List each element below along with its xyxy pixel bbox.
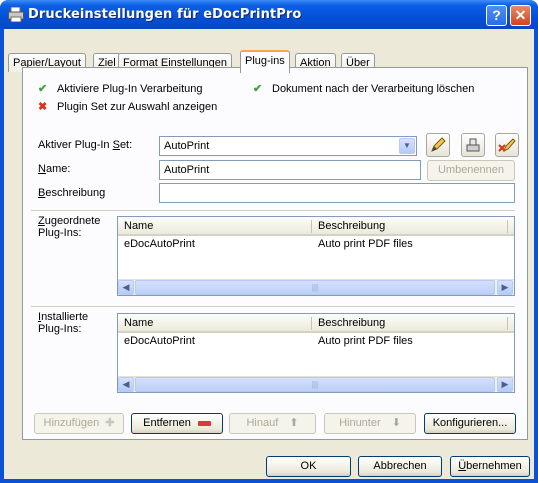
description-input[interactable] — [159, 183, 515, 203]
plugin-set-label: Aktiver Plug-In Set: — [38, 139, 133, 151]
column-header-description[interactable]: Beschreibung — [318, 317, 385, 329]
plus-icon: ✚ — [105, 417, 115, 429]
arrow-down-icon: ⬇ — [391, 417, 401, 429]
list-header: Name Beschreibung — [118, 314, 514, 333]
activate-plugin-option[interactable]: ✔ Aktiviere Plug-In Verarbeitung — [38, 82, 203, 95]
show-plugin-set-option[interactable]: ✖ Plugin Set zur Auswahl anzeigen — [38, 100, 217, 113]
delete-pencil-icon — [498, 138, 516, 153]
rename-button[interactable]: Umbenennen — [427, 160, 515, 181]
arrow-up-icon: ⬆ — [289, 417, 299, 429]
separator — [31, 210, 515, 211]
stamp-icon — [466, 138, 480, 152]
scroll-right-icon[interactable]: ▶ — [497, 280, 513, 295]
move-down-button[interactable]: Hinunter ⬇ — [324, 413, 416, 434]
column-divider[interactable] — [311, 317, 312, 330]
scroll-left-icon[interactable]: ◀ — [118, 377, 134, 392]
horizontal-scrollbar[interactable]: ◀ ||| ▶ — [118, 376, 514, 392]
plugin-set-select[interactable]: AutoPrint ▼ — [159, 136, 417, 156]
scroll-left-icon[interactable]: ◀ — [118, 280, 134, 295]
checkmark-icon: ✔ — [38, 83, 48, 95]
title-bar[interactable]: Druckeinstellungen für eDocPrintPro ? ✕ — [0, 0, 538, 29]
list-item-name[interactable]: eDocAutoPrint — [124, 238, 195, 250]
column-divider[interactable] — [311, 220, 312, 233]
close-button[interactable]: ✕ — [510, 5, 531, 26]
scroll-right-icon[interactable]: ▶ — [497, 377, 513, 392]
pencil-icon — [431, 137, 446, 152]
scrollbar-thumb[interactable]: ||| — [135, 280, 495, 295]
remove-button[interactable]: Entfernen — [131, 413, 223, 434]
installed-plugins-label: Installierte Plug-Ins: — [38, 311, 89, 335]
column-divider[interactable] — [507, 317, 508, 330]
list-header: Name Beschreibung — [118, 217, 514, 236]
column-header-name[interactable]: Name — [124, 220, 153, 232]
separator — [31, 306, 515, 307]
copy-plugin-set-button[interactable] — [461, 133, 485, 157]
list-item-description: Auto print PDF files — [318, 335, 413, 347]
cross-icon: ✖ — [38, 101, 48, 113]
delete-plugin-set-button[interactable] — [495, 133, 519, 157]
name-input[interactable]: AutoPrint — [159, 160, 421, 180]
add-button[interactable]: Hinzufügen ✚ — [34, 413, 124, 434]
minus-icon — [197, 420, 211, 426]
column-divider[interactable] — [507, 220, 508, 233]
checkmark-icon: ✔ — [253, 83, 263, 95]
description-label: Beschreibung — [38, 187, 106, 199]
scrollbar-thumb[interactable]: ||| — [135, 377, 495, 392]
delete-document-option[interactable]: ✔ Dokument nach der Verarbeitung löschen — [253, 82, 474, 95]
assigned-plugins-list[interactable]: Name Beschreibung eDocAutoPrint Auto pri… — [117, 216, 515, 296]
printer-icon — [8, 6, 24, 23]
move-up-button[interactable]: Hinauf ⬆ — [229, 413, 316, 434]
apply-button[interactable]: Übernehmen — [450, 456, 530, 477]
ok-button[interactable]: OK — [266, 456, 351, 477]
column-header-description[interactable]: Beschreibung — [318, 220, 385, 232]
column-header-name[interactable]: Name — [124, 317, 153, 329]
cancel-button[interactable]: Abbrechen — [358, 456, 442, 477]
help-button[interactable]: ? — [486, 5, 507, 26]
horizontal-scrollbar[interactable]: ◀ ||| ▶ — [118, 279, 514, 295]
list-item-name[interactable]: eDocAutoPrint — [124, 335, 195, 347]
chevron-down-icon[interactable]: ▼ — [399, 138, 415, 154]
tab-plug-ins[interactable]: Plug-ins — [240, 50, 290, 73]
assigned-plugins-label: Zugeordnete Plug-Ins: — [38, 215, 101, 239]
edit-plugin-set-button[interactable] — [426, 133, 450, 157]
installed-plugins-list[interactable]: Name Beschreibung eDocAutoPrint Auto pri… — [117, 313, 515, 393]
name-label: Name: — [38, 163, 71, 175]
configure-button[interactable]: Konfigurieren... — [424, 413, 516, 434]
list-item-description: Auto print PDF files — [318, 238, 413, 250]
window-title: Druckeinstellungen für eDocPrintPro — [28, 7, 302, 22]
